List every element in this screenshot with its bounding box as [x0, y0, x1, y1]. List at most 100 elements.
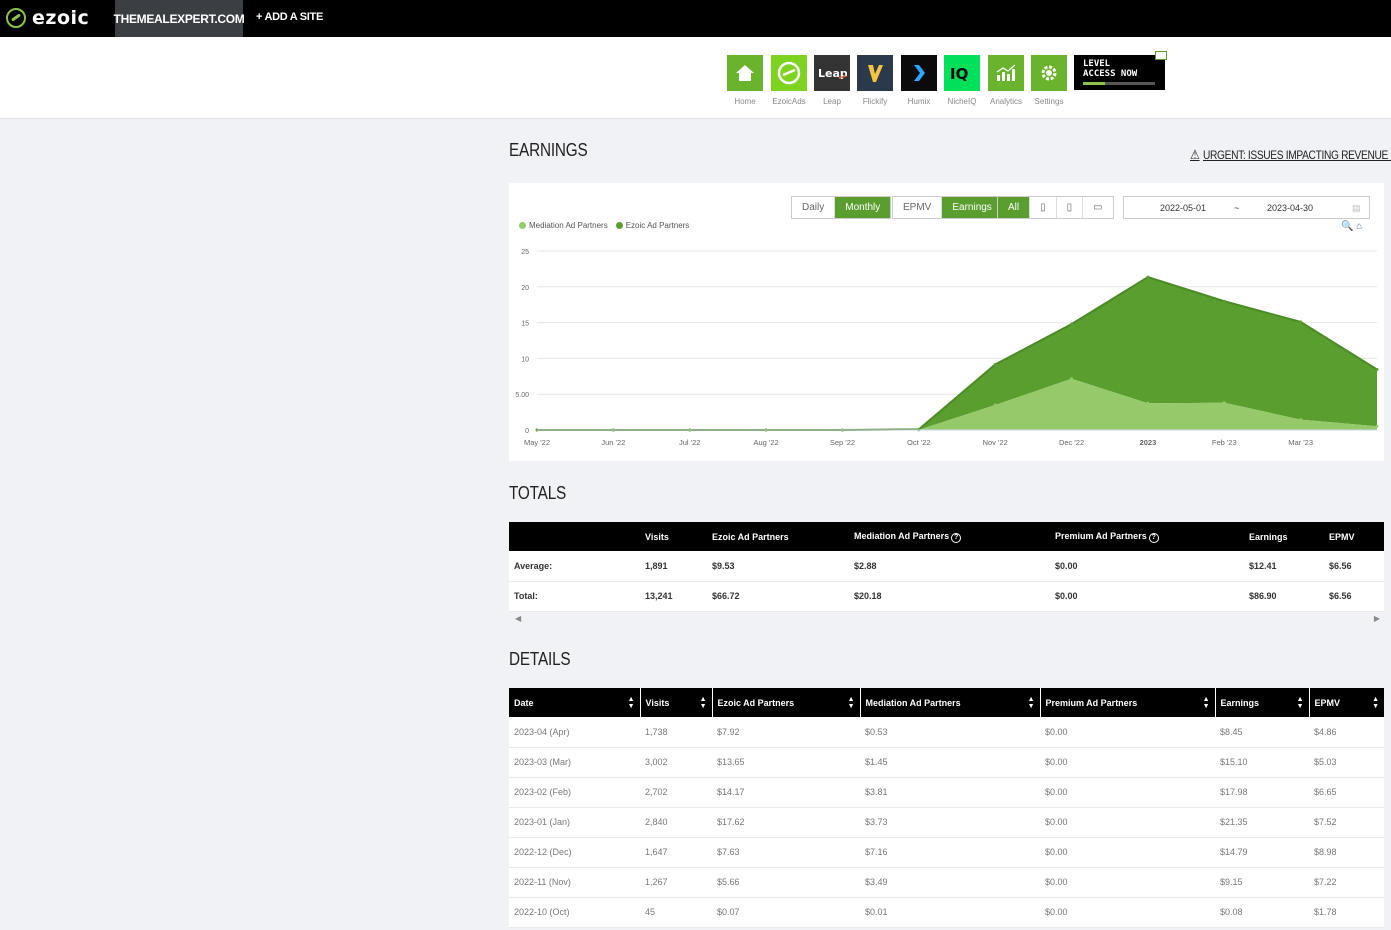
sort-icon: ▲ ▼	[1027, 696, 1035, 710]
table-cell: 13,241	[640, 581, 707, 612]
table-cell: $1.45	[860, 747, 1040, 778]
table-cell: 2,702	[640, 777, 712, 808]
table-cell: $4.86	[1309, 717, 1384, 748]
table-cell: $0.00	[1040, 867, 1215, 898]
device-toggle: All ▯ ▯ ▭	[997, 196, 1114, 219]
device-all-button[interactable]: All	[998, 197, 1031, 218]
sort-icon: ▲ ▼	[1296, 696, 1304, 710]
tablet-icon[interactable]: ▯	[1030, 197, 1057, 218]
table-cell: $5.03	[1309, 747, 1384, 778]
app-flickify[interactable]: Flickify	[857, 55, 893, 106]
table-cell: $3.81	[860, 777, 1040, 808]
y-tick-label: 15	[521, 321, 529, 328]
table-cell: $7.16	[860, 837, 1040, 868]
calendar-icon: ▤	[1352, 203, 1361, 213]
ezoic-logo[interactable]: ezoic	[6, 6, 89, 30]
app-leap[interactable]: Leap Leap	[814, 55, 850, 106]
y-tick-label: 25	[521, 249, 529, 256]
zoom-icon[interactable]: 🔍	[1341, 221, 1353, 232]
table-cell: $6.56	[1324, 581, 1384, 612]
totals-row-total: Total: 13,241 $66.72 $20.18 $0.00 $86.90…	[509, 581, 1384, 612]
header-label: Date	[514, 697, 534, 708]
add-site-link[interactable]: + ADD A SITE	[256, 11, 323, 23]
legend-item-mediation[interactable]: Mediation Ad Partners	[519, 221, 608, 230]
sort-date[interactable]: Date ▲ ▼	[509, 688, 641, 717]
app-launcher-bar: Home EzoicAds Leap Leap Flickify Humix I…	[0, 37, 1391, 119]
app-analytics[interactable]: Analytics	[988, 55, 1024, 106]
sort-icon: ▲ ▼	[1372, 696, 1379, 710]
table-cell: $7.52	[1309, 807, 1384, 838]
series-area-ezoic-ad-partners	[537, 277, 1377, 430]
level-access-button[interactable]: LEVEL ACCESS NOW	[1074, 51, 1167, 90]
nicheiq-icon: IQ	[944, 55, 980, 91]
gear-icon	[1031, 55, 1067, 91]
x-tick-label: Nov '22	[983, 438, 1008, 447]
app-ezoicads[interactable]: EzoicAds	[771, 55, 807, 106]
details-table-body: 2023-04 (Apr) 1,738 $7.92 $0.53 $0.00 $8.45 $4…	[509, 717, 1384, 928]
header-label: Ezoic Ad Partners	[717, 697, 795, 708]
table-cell: $13.65	[712, 747, 860, 778]
table-cell: $7.22	[1309, 867, 1384, 898]
app-humix[interactable]: Humix	[901, 55, 937, 106]
date-end: 2023-04-30	[1267, 203, 1314, 213]
table-row: 2023-02 (Feb) 2,702 $14.17 $3.81 $0.00 $17.98…	[509, 777, 1384, 808]
sort-epmv[interactable]: EPMV ▲ ▼	[1309, 688, 1384, 717]
site-selector[interactable]: THEMEALEXPERT.COM	[114, 0, 245, 37]
table-cell: $0.00	[1040, 837, 1215, 868]
table-cell: 2022-11 (Nov)	[509, 867, 640, 898]
help-icon[interactable]: ?	[1148, 532, 1159, 543]
sort-visits[interactable]: Visits ▲ ▼	[640, 688, 713, 717]
help-icon[interactable]: ?	[951, 532, 962, 543]
header-label: Premium Ad Partners	[1045, 697, 1138, 708]
totals-col-ezoic: Ezoic Ad Partners	[707, 522, 849, 551]
data-point	[1222, 299, 1226, 303]
table-row: 2022-12 (Dec) 1,647 $7.63 $7.16 $0.00 $14.79 $…	[509, 837, 1384, 868]
home-icon	[727, 55, 763, 91]
horizontal-scrollbar[interactable]: ◀ ▶	[509, 611, 1384, 628]
sort-mediation[interactable]: Mediation Ad Partners ▲ ▼	[860, 688, 1041, 717]
legend-label: Ezoic Ad Partners	[625, 221, 690, 230]
data-point	[1375, 367, 1379, 371]
table-cell: $14.79	[1215, 837, 1309, 868]
earnings-area-chart: 0 5.00 10 15 20 25 May '22 Jun '22 Jul '22 Aug '2…	[515, 249, 1379, 447]
table-cell: $0.00	[1040, 807, 1215, 838]
header-label: EPMV	[1314, 697, 1341, 708]
table-row: 2023-01 (Jan) 2,840 $17.62 $3.73 $0.00 $21.35…	[509, 807, 1384, 838]
urgent-issues-link[interactable]: ⚠ URGENT: ISSUES IMPACTING REVENUE (1)	[1190, 147, 1391, 163]
level-access-line1: LEVEL	[1083, 59, 1111, 69]
table-cell: $17.62	[712, 807, 860, 838]
reset-home-icon[interactable]: ⌂	[1356, 221, 1362, 232]
table-cell: $86.90	[1244, 581, 1324, 612]
sort-earnings[interactable]: Earnings ▲ ▼	[1215, 688, 1310, 717]
earnings-button[interactable]: Earnings	[942, 197, 1002, 218]
scroll-left-icon[interactable]: ◀	[515, 614, 521, 623]
x-tick-label: May '22	[524, 438, 550, 447]
table-cell: $0.00	[1040, 747, 1215, 778]
table-cell: $0.53	[860, 717, 1040, 748]
app-settings[interactable]: Settings	[1031, 55, 1067, 106]
app-nicheiq[interactable]: IQ NicheIQ	[944, 55, 980, 106]
data-point	[1299, 418, 1303, 422]
mobile-icon[interactable]: ▯	[1057, 197, 1084, 218]
sort-premium[interactable]: Premium Ad Partners ▲ ▼	[1040, 688, 1216, 717]
scroll-right-icon[interactable]: ▶	[1374, 614, 1380, 623]
table-cell: $66.72	[707, 581, 849, 612]
x-tick-label: Dec '22	[1059, 438, 1084, 447]
app-home[interactable]: Home	[727, 55, 763, 106]
sort-icon: ▲ ▼	[627, 696, 635, 710]
desktop-icon[interactable]: ▭	[1083, 197, 1112, 218]
totals-row-average: Average: 1,891 $9.53 $2.88 $0.00 $12.41 …	[509, 551, 1384, 582]
data-point	[1070, 322, 1074, 326]
legend-item-ezoic[interactable]: Ezoic Ad Partners	[615, 221, 690, 230]
sort-ezoic[interactable]: Ezoic Ad Partners ▲ ▼	[712, 688, 861, 717]
monthly-button[interactable]: Monthly	[835, 197, 891, 218]
brand-name: ezoic	[32, 7, 90, 29]
header-label: Mediation Ad Partners	[865, 697, 961, 708]
totals-table: Visits Ezoic Ad Partners Mediation Ad Pa…	[509, 522, 1384, 612]
epmv-button[interactable]: EPMV	[893, 197, 943, 218]
date-range-picker[interactable]: 2022-05-01 ~ 2023-04-30 ▤	[1123, 196, 1370, 219]
totals-col-premium: Premium Ad Partners?	[1050, 522, 1244, 551]
table-row: 2023-04 (Apr) 1,738 $7.92 $0.53 $0.00 $8.45 $4…	[509, 717, 1384, 748]
daily-button[interactable]: Daily	[792, 197, 836, 218]
details-table: Date ▲ ▼ Visits ▲ ▼ Ezoic Ad Partners ▲ ▼ Medi…	[509, 688, 1384, 928]
